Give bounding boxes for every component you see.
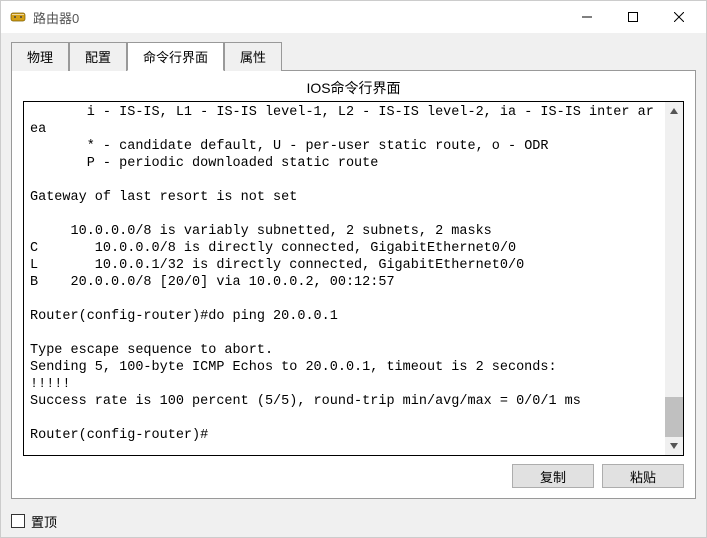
app-icon xyxy=(9,8,27,26)
copy-button[interactable]: 复制 xyxy=(512,464,594,488)
app-window: 路由器0 物理 配置 命令行界面 属性 IOS命令行界面 i - IS-IS, … xyxy=(0,0,707,538)
scroll-thumb[interactable] xyxy=(665,397,683,437)
footer: 置顶 xyxy=(1,505,706,537)
tab-physical[interactable]: 物理 xyxy=(11,42,69,71)
close-button[interactable] xyxy=(656,1,702,33)
window-controls xyxy=(564,1,702,33)
cli-panel: IOS命令行界面 i - IS-IS, L1 - IS-IS level-1, … xyxy=(11,70,696,499)
tab-config[interactable]: 配置 xyxy=(69,42,127,71)
maximize-button[interactable] xyxy=(610,1,656,33)
window-title: 路由器0 xyxy=(33,8,564,27)
scroll-up-button[interactable] xyxy=(665,102,683,120)
content-area: 物理 配置 命令行界面 属性 IOS命令行界面 i - IS-IS, L1 - … xyxy=(1,33,706,505)
tabs-bar: 物理 配置 命令行界面 属性 xyxy=(11,41,696,70)
minimize-button[interactable] xyxy=(564,1,610,33)
terminal-scrollbar[interactable] xyxy=(665,102,683,455)
titlebar: 路由器0 xyxy=(1,1,706,33)
ontop-checkbox[interactable] xyxy=(11,514,25,528)
terminal-container: i - IS-IS, L1 - IS-IS level-1, L2 - IS-I… xyxy=(23,101,684,456)
tab-cli[interactable]: 命令行界面 xyxy=(127,42,224,71)
terminal-output[interactable]: i - IS-IS, L1 - IS-IS level-1, L2 - IS-I… xyxy=(24,102,665,455)
button-row: 复制 粘贴 xyxy=(23,456,684,488)
ontop-label: 置顶 xyxy=(31,512,57,531)
paste-button[interactable]: 粘贴 xyxy=(602,464,684,488)
tab-attributes[interactable]: 属性 xyxy=(224,42,282,71)
panel-title: IOS命令行界面 xyxy=(23,77,684,101)
scroll-down-button[interactable] xyxy=(665,437,683,455)
